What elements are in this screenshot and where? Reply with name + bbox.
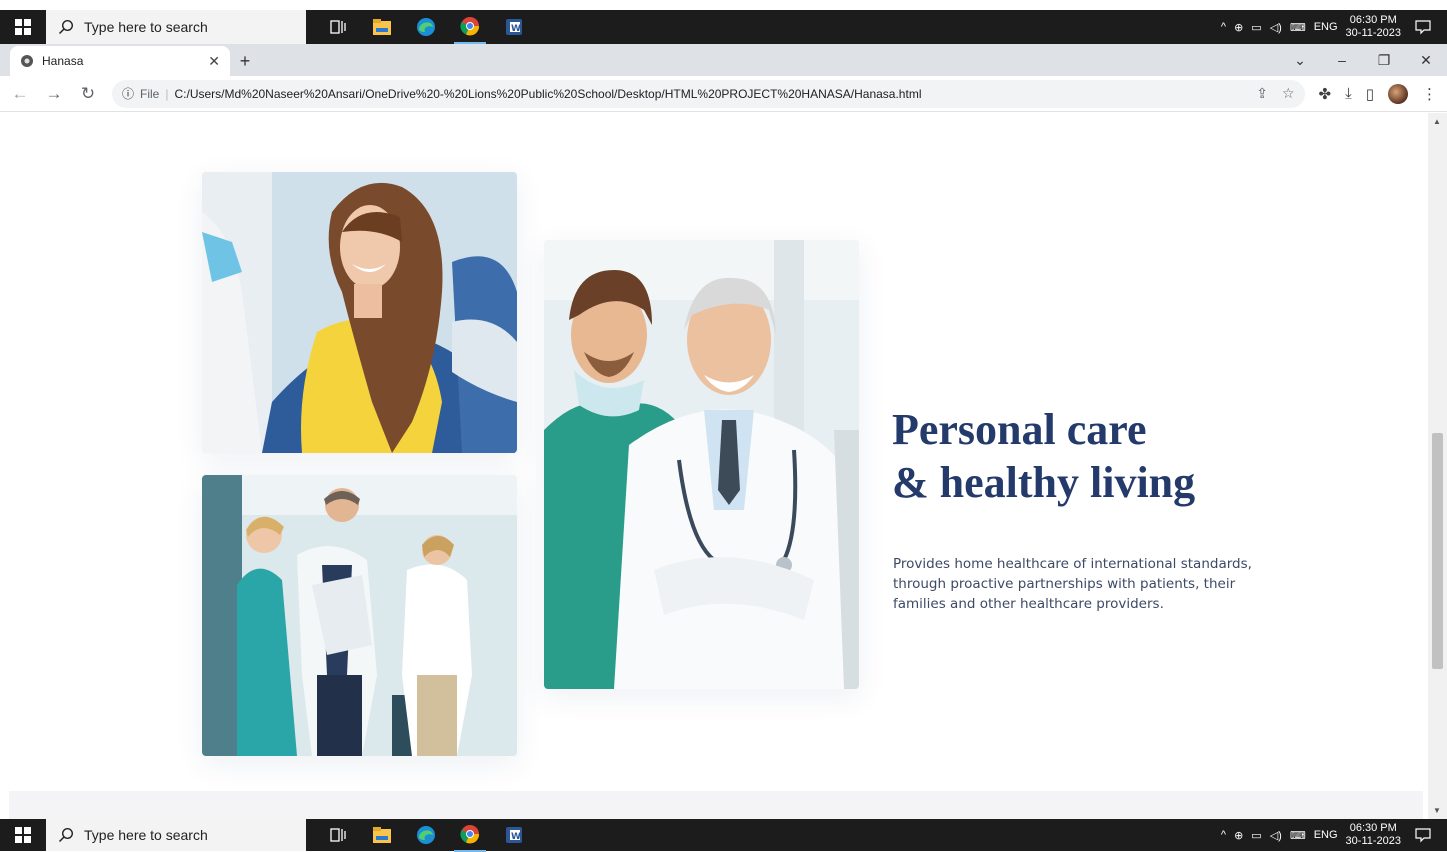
windows-logo-icon xyxy=(15,19,31,35)
scroll-down-arrow-icon[interactable]: ▼ xyxy=(1433,806,1441,815)
notification-icon xyxy=(1415,20,1431,35)
tab-hanasa[interactable]: Hanasa ✕ xyxy=(10,46,230,76)
chrome-button-bottom[interactable] xyxy=(454,818,486,852)
download-icon[interactable]: ⤓ xyxy=(1345,85,1352,102)
search-placeholder: Type here to search xyxy=(84,19,208,35)
tray-chevron-up-icon[interactable]: ^ xyxy=(1221,21,1226,33)
screen-top-edge xyxy=(0,0,1447,10)
search-icon xyxy=(58,827,74,843)
info-icon[interactable]: ⓘ xyxy=(122,85,134,102)
word-icon: W xyxy=(506,827,522,843)
extensions-puzzle-icon[interactable]: ✤ xyxy=(1319,85,1332,103)
start-button-bottom[interactable] xyxy=(0,819,46,851)
page-description: Provides home healthcare of internationa… xyxy=(893,556,1252,612)
file-explorer-button-bottom[interactable] xyxy=(366,818,398,852)
notification-button-bottom[interactable] xyxy=(1409,827,1437,843)
taskbar-search-box-bottom[interactable]: Type here to search xyxy=(46,819,306,851)
system-tray: ^ ⊕ ▭ ◁) ⌨ ENG 06:30 PM 30-11-2023 xyxy=(1221,10,1447,44)
network-icon[interactable]: ⊕ xyxy=(1234,829,1243,842)
language-indicator[interactable]: ENG xyxy=(1314,21,1338,33)
photo-smiling-dental-patient xyxy=(202,172,517,453)
clock-time-bottom: 06:30 PM xyxy=(1349,822,1397,834)
file-explorer-icon xyxy=(373,827,391,843)
notification-icon xyxy=(1415,828,1431,843)
volume-icon[interactable]: ◁) xyxy=(1270,21,1282,34)
edge-icon xyxy=(417,826,435,844)
windows-logo-icon xyxy=(15,827,31,843)
word-button[interactable]: W xyxy=(498,10,530,44)
chrome-button[interactable] xyxy=(454,10,486,44)
photo-medical-team-walking xyxy=(202,475,517,756)
back-arrow-icon[interactable]: ← xyxy=(10,84,30,104)
tab-close-icon[interactable]: ✕ xyxy=(208,53,220,70)
share-icon[interactable]: ⇪ xyxy=(1256,85,1268,102)
edge-icon xyxy=(417,18,435,36)
minimize-icon[interactable]: – xyxy=(1321,52,1363,68)
language-indicator-bottom[interactable]: ENG xyxy=(1314,829,1338,841)
taskbar-bottom: Type here to search W ^ ⊕ ▭ ◁) ⌨ ENG 06:… xyxy=(0,818,1447,852)
keyboard-icon[interactable]: ⌨ xyxy=(1290,21,1306,34)
bookmark-star-icon[interactable]: ☆ xyxy=(1282,85,1295,102)
headline-line-1: Personal care xyxy=(892,405,1147,454)
volume-icon[interactable]: ◁) xyxy=(1270,829,1282,842)
tray-chevron-up-icon[interactable]: ^ xyxy=(1221,829,1226,841)
clock-time: 06:30 PM xyxy=(1349,14,1397,26)
clock-bottom[interactable]: 06:30 PM 30-11-2023 xyxy=(1346,822,1401,848)
start-button[interactable] xyxy=(0,10,46,44)
page-headline: Personal care & healthy living xyxy=(892,403,1195,509)
edge-button-bottom[interactable] xyxy=(410,818,442,852)
clock[interactable]: 06:30 PM 30-11-2023 xyxy=(1346,14,1401,40)
notification-button[interactable] xyxy=(1409,19,1437,35)
edge-button[interactable] xyxy=(410,10,442,44)
battery-icon[interactable]: ▭ xyxy=(1251,21,1261,34)
clock-date-bottom: 30-11-2023 xyxy=(1345,835,1401,847)
search-icon xyxy=(58,19,74,35)
close-window-icon[interactable]: ✕ xyxy=(1405,52,1447,69)
taskbar-search-box[interactable]: Type here to search xyxy=(46,10,306,44)
chrome-icon xyxy=(460,825,480,844)
next-section-strip xyxy=(9,791,1423,819)
headline-line-2: & healthy living xyxy=(892,458,1196,507)
taskbar-top: Type here to search W ^ ⊕ ▭ ◁) ⌨ ENG 06:… xyxy=(0,10,1447,44)
forward-arrow-icon[interactable]: → xyxy=(44,84,64,104)
file-explorer-button[interactable] xyxy=(366,10,398,44)
restore-icon[interactable]: ❐ xyxy=(1363,52,1405,69)
task-view-button-bottom[interactable] xyxy=(322,818,354,852)
tab-title: Hanasa xyxy=(42,54,84,68)
chrome-icon xyxy=(460,17,480,36)
page-scrollbar[interactable]: ▲ ▼ xyxy=(1428,113,1447,819)
clock-date: 30-11-2023 xyxy=(1345,27,1401,39)
new-tab-button[interactable]: + xyxy=(230,46,260,76)
word-button-bottom[interactable]: W xyxy=(498,818,530,852)
svg-text:W: W xyxy=(511,24,521,34)
browser-tab-bar: Hanasa ✕ + ⌄ – ❐ ✕ xyxy=(0,44,1447,76)
address-url: C:/Users/Md%20Naseer%20Ansari/OneDrive%2… xyxy=(174,86,922,101)
profile-avatar[interactable] xyxy=(1388,83,1408,104)
address-prefix: File xyxy=(140,86,160,101)
word-icon: W xyxy=(506,19,522,35)
task-view-button[interactable] xyxy=(322,10,354,44)
browser-toolbar: ← → ↻ ⓘ File | C:/Users/Md%20Naseer%20An… xyxy=(0,76,1447,112)
page-viewport: Personal care & healthy living Provides … xyxy=(0,113,1428,819)
task-view-icon xyxy=(330,20,346,34)
file-explorer-icon xyxy=(373,19,391,35)
side-panel-icon[interactable]: ▯ xyxy=(1366,85,1374,103)
search-placeholder-bottom: Type here to search xyxy=(84,827,208,843)
tab-search-chevron-icon[interactable]: ⌄ xyxy=(1279,52,1321,69)
reload-icon[interactable]: ↻ xyxy=(78,84,98,104)
task-view-icon xyxy=(330,828,346,842)
address-separator: | xyxy=(165,86,169,101)
globe-icon xyxy=(21,55,33,67)
address-bar[interactable]: ⓘ File | C:/Users/Md%20Naseer%20Ansari/O… xyxy=(112,79,1305,108)
scroll-up-arrow-icon[interactable]: ▲ xyxy=(1433,117,1441,126)
svg-text:W: W xyxy=(511,832,521,842)
scrollbar-thumb[interactable] xyxy=(1432,433,1443,669)
menu-kebab-icon[interactable]: ⋮ xyxy=(1422,85,1437,103)
system-tray-bottom: ^ ⊕ ▭ ◁) ⌨ ENG 06:30 PM 30-11-2023 xyxy=(1221,819,1447,851)
keyboard-icon[interactable]: ⌨ xyxy=(1290,829,1306,842)
photo-two-doctors xyxy=(544,240,859,689)
battery-icon[interactable]: ▭ xyxy=(1251,829,1261,842)
network-icon[interactable]: ⊕ xyxy=(1234,21,1243,34)
